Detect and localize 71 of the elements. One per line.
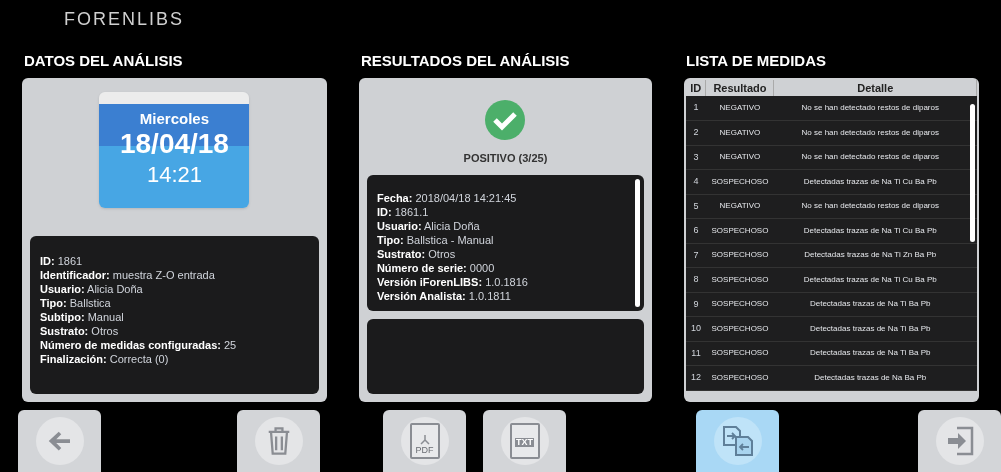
table-cell: 6: [685, 218, 706, 243]
table-cell: SOSPECHOSO: [705, 267, 774, 292]
table-cell: 9: [685, 292, 706, 317]
table-cell: 1: [685, 96, 706, 121]
section-title: LISTA DE MEDIDAS: [685, 51, 827, 71]
txt-button[interactable]: TXT: [483, 410, 566, 472]
info-line: Versión iForenLIBS: 1.0.1816: [376, 274, 528, 289]
info-line: Sustrato: Otros: [376, 246, 457, 261]
table-cell: NEGATIVO: [705, 96, 774, 121]
table-cell: Detectadas trazas de Na Ti Zn Ba Pb: [773, 243, 977, 268]
pdf-symbol-icon: [418, 434, 431, 446]
table-cell: NEGATIVO: [705, 120, 774, 145]
table-cell: NEGATIVO: [705, 145, 774, 170]
table-cell: No se han detectado restos de diparos: [773, 96, 977, 121]
check-icon: [485, 100, 526, 140]
table-cell: SOSPECHOSO: [705, 243, 774, 268]
swap-files-icon: [720, 425, 755, 457]
table-cell: No se han detectado restos de diparos: [773, 120, 977, 145]
section-title: DATOS DEL ANÁLISIS: [24, 51, 184, 71]
delete-button[interactable]: [237, 410, 320, 472]
table-cell: NEGATIVO: [705, 194, 774, 219]
info-line: Número de medidas configuradas: 25: [40, 338, 238, 352]
table-cell: SOSPECHOSO: [705, 218, 774, 243]
table-cell: 10: [685, 316, 706, 341]
table-cell: SOSPECHOSO: [705, 169, 774, 194]
info-line: Sustrato: Otros: [40, 324, 120, 338]
info-line: Finalización: Correcta (0): [40, 352, 170, 366]
info-line: Identificador: muestra Z-O entrada: [40, 268, 216, 282]
table-cell: SOSPECHOSO: [705, 316, 774, 341]
info-line: Número de serie: 0000: [376, 260, 496, 275]
table-cell: 5: [685, 194, 706, 219]
weekday: Miercoles: [139, 109, 210, 129]
table-cell: Detectadas trazas de Na Ti Ba Pb: [773, 316, 977, 341]
table-cell: No se han detectado restos de diparos: [773, 194, 977, 219]
info-line: ID: 1861: [40, 254, 84, 268]
table-cell: Detectadas trazas de Na Ti Cu Ba Pb: [773, 267, 977, 292]
table-cell: 2: [685, 120, 706, 145]
file-type-label: PDF: [415, 446, 434, 455]
file-type-label: TXT: [515, 438, 534, 447]
info-line: Versión Analista: 1.0.1811: [376, 288, 512, 303]
info-line: Tipo: Ballstica - Manual: [376, 232, 495, 247]
table-cell: 7: [685, 243, 706, 268]
info-line: Usuario: Alicia Doña: [40, 282, 144, 296]
logo: FORENLIBS: [64, 9, 185, 29]
table-cell: SOSPECHOSO: [705, 365, 774, 390]
result-status: POSITIVO (3/25): [463, 151, 548, 166]
table-cell: SOSPECHOSO: [705, 292, 774, 317]
table-cell: Detectadas trazas de Na Ba Pb: [773, 365, 977, 390]
table-cell: 3: [685, 145, 706, 170]
table-cell: 8: [685, 267, 706, 292]
compare-button[interactable]: [696, 410, 779, 472]
table-cell: 12: [685, 365, 706, 390]
info-line: Usuario: Alicia Doña: [376, 218, 481, 233]
table-cell: Detectadas trazas de Na Ti Ba Pb: [773, 341, 977, 366]
table-cell: SOSPECHOSO: [705, 341, 774, 366]
table-cell: No se han detectado restos de diparos: [773, 145, 977, 170]
table-cell: Detectadas trazas de Na Ti Ba Pb: [773, 292, 977, 317]
info-line: Tipo: Ballstica: [40, 296, 112, 310]
table-cell: Detectadas trazas de Na Ti Cu Ba Pb: [773, 169, 977, 194]
exit-button[interactable]: [918, 410, 1001, 472]
table-cell: 4: [685, 169, 706, 194]
info-line: ID: 1861.1: [376, 204, 430, 219]
info-line: Fecha: 2018/04/18 14:21:45: [376, 190, 518, 205]
info-line: Subtipo: Manual: [40, 310, 125, 324]
date: 18/04/18: [119, 130, 229, 158]
table-cell: Detectadas trazas de Na Ti Cu Ba Pb: [773, 218, 977, 243]
section-title: RESULTADOS DEL ANÁLISIS: [360, 51, 571, 71]
time: 14:21: [146, 164, 202, 186]
pdf-button[interactable]: PDF: [383, 410, 466, 472]
table-cell: 11: [685, 341, 706, 366]
back-button[interactable]: [18, 410, 101, 472]
